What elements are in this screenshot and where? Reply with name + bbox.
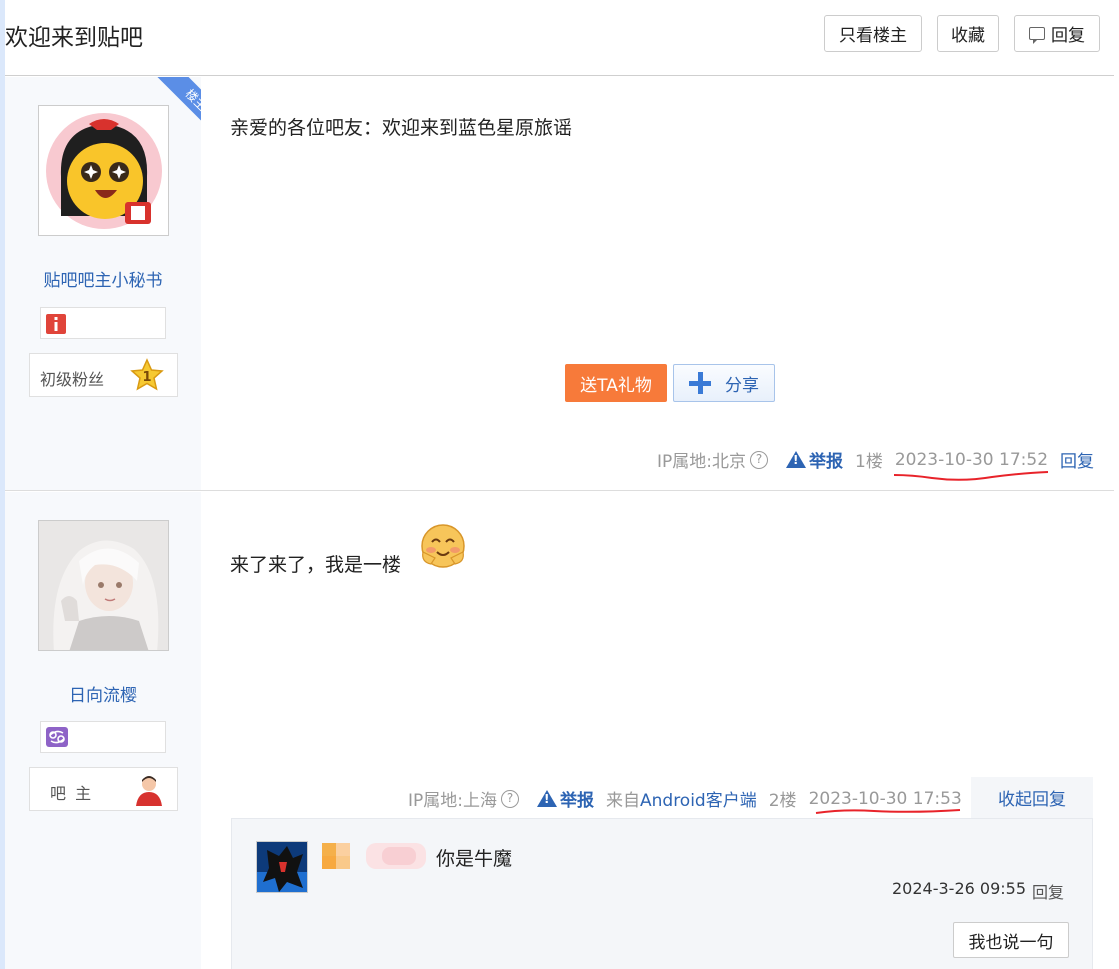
thread-title: 欢迎来到贴吧 [5, 25, 143, 51]
author-name[interactable]: 日向流樱 [5, 681, 201, 706]
only-op-button[interactable]: 只看楼主 [824, 15, 922, 52]
sub-reply-box: 你是牛魔 2024-3-26 09:55 回复 我也说一句 [231, 818, 1093, 969]
floor-number: 2楼 [768, 791, 797, 811]
warning-icon [537, 790, 557, 807]
send-gift-button[interactable]: 送TA礼物 [565, 364, 667, 402]
post-time: 2023-10-30 17:52 [894, 449, 1049, 470]
avatar[interactable] [256, 841, 308, 893]
red-annotation-underline [893, 471, 1049, 481]
sub-reply-time: 2024-3-26 09:55 [892, 879, 1026, 898]
role-label: 吧 主 [50, 784, 94, 803]
source-client-link[interactable]: Android客户端 [640, 786, 757, 811]
reply-icon [1029, 27, 1045, 44]
share-label: 分享 [725, 375, 759, 396]
share-button[interactable]: 分享 [673, 364, 775, 402]
report-link[interactable]: 举报 [537, 786, 594, 811]
badge-row [40, 721, 166, 753]
add-comment-button[interactable]: 我也说一句 [953, 922, 1069, 958]
moderator-role[interactable]: 吧 主 [29, 767, 178, 811]
favorite-button[interactable]: 收藏 [937, 15, 999, 52]
post-floor-1: 楼主 贴吧吧主小秘书 初级粉丝 1 亲爱的各位吧友：欢迎来到蓝色星原旅谣 送TA… [5, 77, 1114, 491]
floor-number: 1楼 [855, 452, 883, 472]
fan-level-label: 初级粉丝 [40, 370, 105, 389]
constellation-icon[interactable] [46, 727, 68, 747]
fan-level[interactable]: 初级粉丝 1 [29, 353, 178, 397]
ip-location: IP属地:上海 [408, 791, 497, 811]
avatar[interactable] [38, 520, 169, 651]
post-floor-2: 日向流樱 吧 主 来了来了，我是一楼 IP属地:上海 ? ! 举报 来自 And… [5, 492, 1114, 969]
star-level-icon: 1 [130, 358, 164, 391]
sub-reply-text: 你是牛魔 [436, 848, 513, 870]
red-annotation-underline [815, 809, 961, 814]
author-name[interactable]: 贴吧吧主小秘书 [5, 266, 201, 291]
reply-button[interactable]: 回复 [1014, 15, 1100, 52]
report-label: 举报 [809, 452, 843, 472]
report-link[interactable]: 举报 [786, 447, 843, 472]
source-prefix: 来自 [606, 791, 640, 811]
reply-link[interactable]: 回复 [1060, 447, 1094, 472]
sub-reply-reply-link[interactable]: 回复 [1032, 879, 1064, 903]
post-content-text: 来了来了，我是一楼 [230, 554, 402, 576]
ip-location: IP属地:北京 [657, 452, 746, 472]
thread-header: 欢迎来到贴吧 只看楼主 收藏 回复 [5, 0, 1114, 76]
plus-icon [689, 372, 711, 394]
post-content: 亲爱的各位吧友：欢迎来到蓝色星原旅谣 [230, 117, 573, 139]
author-sidebar: 日向流樱 吧 主 [5, 492, 201, 969]
collapse-replies-button[interactable]: 收起回复 [971, 777, 1093, 818]
smiley-emoji-icon [421, 524, 465, 568]
warning-icon [786, 451, 806, 468]
question-icon[interactable]: ? [501, 789, 519, 808]
op-ribbon: 楼主 [145, 77, 201, 133]
badge-row [40, 307, 166, 339]
post-content: 来了来了，我是一楼 [230, 524, 465, 577]
op-badge: 楼主 [156, 77, 201, 133]
sub-reply-username-blurred[interactable] [322, 843, 434, 869]
info-icon[interactable] [46, 314, 66, 334]
reply-button-label: 回复 [1051, 26, 1085, 46]
author-sidebar: 楼主 贴吧吧主小秘书 初级粉丝 1 [5, 77, 201, 490]
level-number: 1 [142, 370, 151, 385]
question-icon[interactable]: ? [750, 450, 768, 469]
moderator-icon [136, 776, 162, 806]
report-label: 举报 [560, 791, 594, 811]
